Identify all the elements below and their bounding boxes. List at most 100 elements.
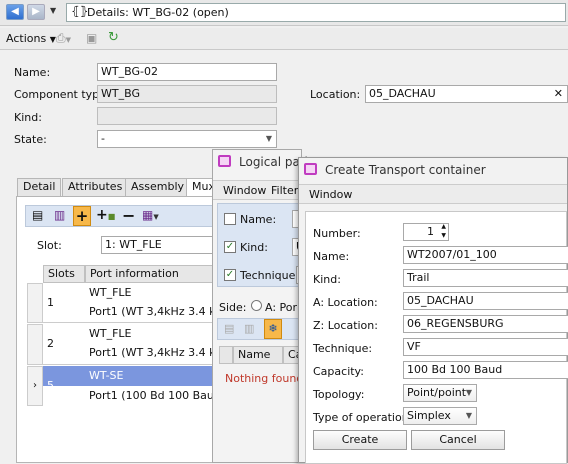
spin-arrows-icon[interactable]: ▲ ▼ bbox=[441, 224, 446, 240]
column-header-name[interactable]: Name bbox=[233, 346, 283, 364]
logical-path-window: Logical path Window Filter Name: ✓ Kind:… bbox=[212, 149, 314, 463]
port-cell: WT_FLE bbox=[89, 327, 132, 340]
port-cell: WT_FLE bbox=[89, 286, 132, 299]
state-label: State: bbox=[14, 133, 47, 146]
slot-label: Slot: bbox=[37, 239, 62, 252]
chevron-down-icon: ▼ bbox=[265, 134, 272, 143]
actions-menu[interactable]: Actions ▼ bbox=[6, 32, 56, 45]
capacity-label: Capacity: bbox=[313, 365, 364, 378]
row-selected-indicator[interactable]: › bbox=[27, 366, 43, 406]
grid-icon[interactable]: ▤ bbox=[224, 322, 234, 335]
mux-toolbar: ▤ ▥ + +■ − ▦▼ bbox=[25, 205, 215, 227]
technique-field[interactable]: VF bbox=[403, 338, 568, 356]
forward-icon[interactable]: ▶ bbox=[27, 4, 45, 20]
column-header-port[interactable]: Port information bbox=[85, 265, 216, 283]
row-selector[interactable] bbox=[27, 324, 43, 365]
window-title: ⦃⦄ Details: WT_BG-02 (open) bbox=[66, 3, 566, 22]
state-value: - bbox=[101, 132, 105, 145]
tab-detail[interactable]: Detail bbox=[17, 178, 62, 196]
add-component-icon[interactable]: +■ bbox=[96, 207, 115, 223]
clear-icon[interactable]: ✕ bbox=[554, 86, 563, 102]
name-filter-label: Name: bbox=[240, 213, 277, 226]
table-row-selected[interactable]: 5 bbox=[43, 366, 85, 392]
kind-label: Kind: bbox=[14, 111, 42, 124]
kind-field bbox=[97, 107, 277, 125]
technique-checkbox[interactable]: ✓ bbox=[224, 269, 236, 281]
operation-select[interactable]: Simplex ▼ bbox=[403, 407, 477, 425]
title-bar: ◀ ▶ ▼ ⦃⦄ Details: WT_BG-02 (open) bbox=[0, 0, 568, 26]
logical-toolbar: ▤ ▥ ❄ bbox=[217, 318, 301, 340]
slot-cell: 5 bbox=[47, 379, 54, 392]
add-icon[interactable]: + bbox=[73, 206, 91, 226]
name-field[interactable]: WT2007/01_100 bbox=[403, 246, 568, 264]
table-row[interactable]: 2 WT_FLE Port1 (WT 3,4kHz 3.4 kHz) bbox=[43, 324, 216, 365]
dialog-menubar: Window bbox=[299, 184, 567, 204]
cancel-button[interactable]: Cancel bbox=[411, 430, 505, 450]
operation-value: Simplex bbox=[407, 409, 451, 422]
operation-label: Type of operation: bbox=[313, 411, 413, 424]
number-stepper[interactable]: 1 ▲ ▼ bbox=[403, 223, 449, 241]
stack-icon[interactable]: ▥ bbox=[54, 208, 65, 222]
component-type-field: WT_BG bbox=[97, 85, 277, 103]
history-dropdown-icon[interactable]: ▼ bbox=[50, 6, 56, 15]
create-transport-dialog: Create Transport container Window Number… bbox=[298, 157, 568, 464]
topology-value: Point/point bbox=[407, 386, 467, 399]
remove-icon[interactable]: − bbox=[122, 206, 135, 225]
a-location-label: A: Location: bbox=[313, 296, 378, 309]
search-icon[interactable]: ❄ bbox=[264, 319, 282, 339]
chevron-down-icon: ▼ bbox=[465, 388, 472, 397]
save-icon[interactable]: ▣ bbox=[86, 31, 97, 45]
topology-label: Topology: bbox=[313, 388, 365, 401]
location-value: 05_DACHAU bbox=[369, 87, 436, 100]
slot-select[interactable]: 1: WT_FLE bbox=[101, 236, 216, 254]
location-field[interactable]: 05_DACHAU ✕ bbox=[365, 85, 568, 103]
filter-icon[interactable]: ▦▼ bbox=[142, 208, 159, 222]
window-icon bbox=[218, 155, 231, 167]
topology-select[interactable]: Point/point ▼ bbox=[403, 384, 477, 402]
technique-label: Technique: bbox=[313, 342, 373, 355]
column-header-select bbox=[219, 346, 233, 364]
row-selector[interactable] bbox=[27, 283, 43, 323]
number-value: 1 bbox=[427, 225, 434, 238]
back-icon[interactable]: ◀ bbox=[6, 4, 24, 20]
z-location-label: Z: Location: bbox=[313, 319, 378, 332]
kind-checkbox[interactable]: ✓ bbox=[224, 241, 236, 253]
refresh-icon[interactable]: ↻ bbox=[108, 30, 119, 45]
slot-cell: 1 bbox=[47, 296, 54, 309]
print-icon[interactable]: ⎙▼ bbox=[56, 31, 71, 46]
toolbar: Actions ▼ ⎙▼ ▣ ↻ bbox=[0, 28, 568, 50]
create-button[interactable]: Create bbox=[313, 430, 407, 450]
port-cell-selected[interactable]: WT-SE bbox=[85, 366, 216, 386]
mux-panel: ▤ ▥ + +■ − ▦▼ Slot: 1: WT_FLE Slots Port… bbox=[16, 196, 216, 463]
a-location-field[interactable]: 05_DACHAU bbox=[403, 292, 568, 310]
window-title-text: Details: WT_BG-02 (open) bbox=[87, 6, 229, 19]
menu-window[interactable]: Window bbox=[223, 184, 266, 197]
menu-filter[interactable]: Filter bbox=[271, 184, 298, 197]
stack-icon[interactable]: ▥ bbox=[244, 322, 254, 335]
capacity-field[interactable]: 100 Bd 100 Baud bbox=[403, 361, 568, 379]
filter-box: Name: ✓ Kind: U ✓ Technique: V bbox=[217, 203, 306, 287]
table-row[interactable]: 1 WT_FLE Port1 (WT 3,4kHz 3.4 kHz) bbox=[43, 283, 216, 323]
tab-assembly[interactable]: Assembly bbox=[125, 178, 191, 196]
port-cell[interactable]: Port1 (100 Bd 100 Baud) bbox=[85, 386, 216, 406]
state-select[interactable]: - ▼ bbox=[97, 130, 277, 148]
tab-attributes[interactable]: Attributes bbox=[62, 178, 129, 196]
kind-label: Kind: bbox=[313, 273, 341, 286]
menu-window[interactable]: Window bbox=[309, 188, 352, 201]
z-location-field[interactable]: 06_REGENSBURG bbox=[403, 315, 568, 333]
grid-icon[interactable]: ▤ bbox=[32, 208, 43, 222]
port-cell: Port1 (WT 3,4kHz 3.4 kHz) bbox=[89, 305, 216, 318]
column-header-slots[interactable]: Slots bbox=[43, 265, 85, 283]
actions-label: Actions bbox=[6, 32, 47, 45]
kind-field[interactable]: Trail bbox=[403, 269, 568, 287]
logical-menubar: Window Filter bbox=[213, 180, 303, 200]
name-label: Name: bbox=[313, 250, 350, 263]
side-radio[interactable] bbox=[251, 300, 262, 311]
bracket-icon: ⦃⦄ bbox=[71, 4, 89, 18]
chevron-down-icon: ▼ bbox=[465, 411, 472, 420]
name-field[interactable]: WT_BG-02 bbox=[97, 63, 277, 81]
location-label: Location: bbox=[310, 88, 361, 101]
component-type-label: Component type: bbox=[14, 88, 110, 101]
name-checkbox[interactable] bbox=[224, 213, 236, 225]
name-label: Name: bbox=[14, 66, 51, 79]
